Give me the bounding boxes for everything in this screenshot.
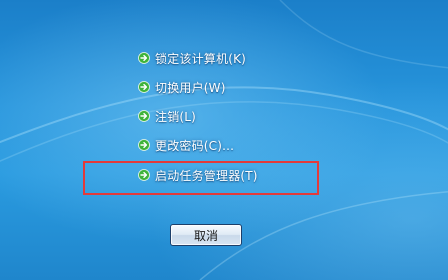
cancel-button[interactable]: 取消 bbox=[170, 224, 242, 246]
menu-item-change-password[interactable]: 更改密码(C)... bbox=[138, 136, 234, 154]
menu-item-label: 切换用户(W) bbox=[155, 80, 226, 95]
green-arrow-icon bbox=[138, 139, 150, 151]
menu-item-label: 锁定该计算机(K) bbox=[155, 51, 247, 66]
menu-item-lock-computer[interactable]: 锁定该计算机(K) bbox=[138, 49, 246, 67]
menu-item-label: 更改密码(C)... bbox=[155, 138, 235, 153]
menu-item-log-off[interactable]: 注销(L) bbox=[138, 107, 196, 125]
menu-item-switch-user[interactable]: 切换用户(W) bbox=[138, 78, 226, 96]
green-arrow-icon bbox=[138, 110, 150, 122]
green-arrow-icon bbox=[138, 81, 150, 93]
secure-attention-screen: 锁定该计算机(K) 切换用户(W) 注销(L) 更改密码(C)... 启动任务管… bbox=[0, 0, 448, 280]
highlight-box bbox=[83, 161, 319, 195]
green-arrow-icon bbox=[138, 52, 150, 64]
menu-item-label: 注销(L) bbox=[155, 109, 197, 124]
